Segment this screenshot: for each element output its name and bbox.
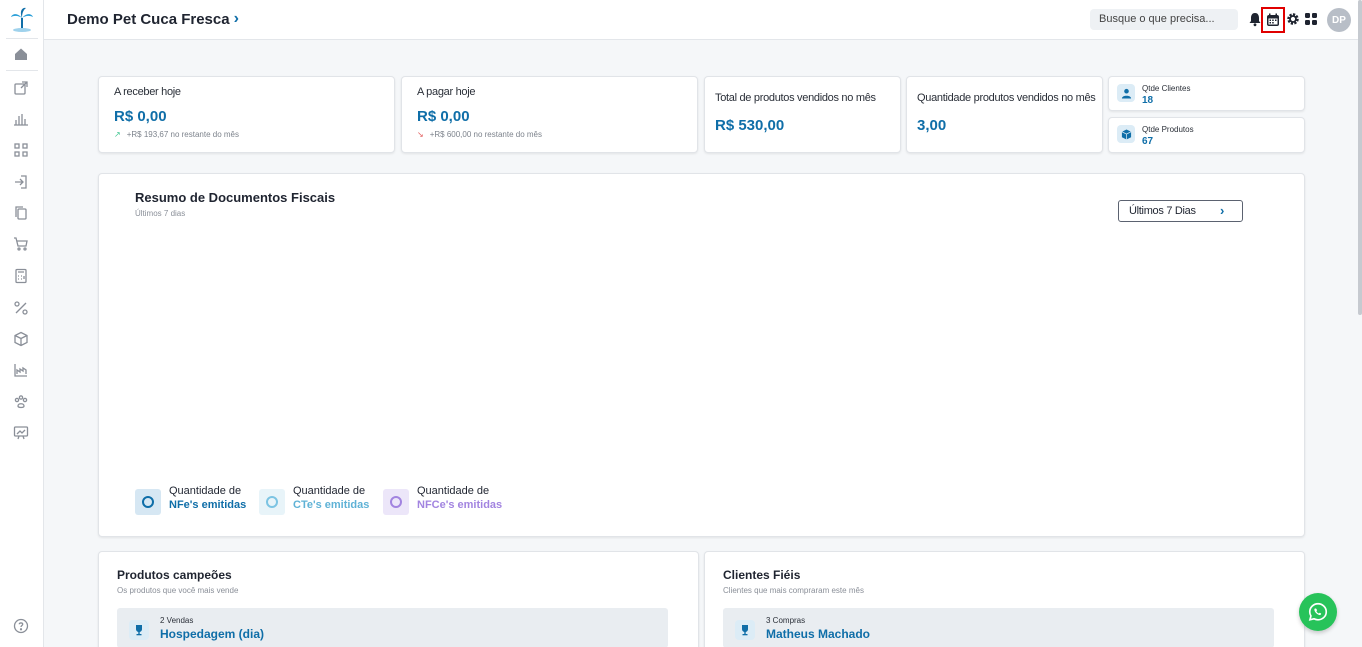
kpi-value: R$ 0,00 [417, 108, 470, 125]
sidebar-divider [6, 70, 38, 71]
list-item[interactable]: 3 Compras Matheus Machado [723, 608, 1274, 647]
palm-tree-logo-icon[interactable] [9, 6, 35, 32]
fiscal-subtitle: Últimos 7 dias [135, 209, 186, 218]
mini-card-value: 18 [1142, 95, 1154, 106]
mini-card-products: Qtde Produtos 67 [1108, 117, 1305, 153]
calendar-icon [1265, 12, 1281, 28]
period-label: Últimos 7 Dias [1129, 205, 1196, 217]
legend-line1: Quantidade de [169, 485, 242, 497]
chevron-right-icon: › [233, 10, 239, 27]
sidebar-divider [6, 38, 38, 39]
trophy-icon [735, 620, 755, 640]
calendar-button[interactable] [1261, 7, 1285, 33]
client-name: Matheus Machado [766, 627, 871, 641]
period-selector-button[interactable]: Últimos 7 Dias › [1118, 200, 1243, 222]
kpi-card-products-sold-qty: Quantidade produtos vendidos no mês 3,00 [906, 76, 1103, 153]
loyal-clients-panel: Clientes Fiéis Clientes que mais comprar… [704, 551, 1305, 647]
kpi-sub-value: +R$ 600,00 no restante do mês [429, 130, 542, 139]
legend-nfce-swatch [383, 489, 409, 515]
loyal-clients-title: Clientes Fiéis [723, 568, 801, 582]
trophy-icon [129, 620, 149, 640]
kpi-card-receivable: A receber hoje R$ 0,00 ↗ +R$ 193,67 no r… [98, 76, 395, 153]
user-icon [1117, 84, 1135, 102]
fiscal-title: Resumo de Documentos Fiscais [135, 190, 336, 205]
top-products-title: Produtos campeões [117, 568, 232, 582]
percent-icon[interactable] [13, 300, 29, 316]
trend-down-icon: ↘ [417, 130, 424, 139]
kpi-subtext: ↗ +R$ 193,67 no restante do mês [114, 130, 239, 139]
mini-card-clients: Qtde Clientes 18 [1108, 76, 1305, 111]
help-question-icon[interactable] [13, 618, 29, 634]
presentation-chart-icon[interactable] [13, 425, 29, 441]
login-icon[interactable] [13, 174, 29, 190]
copy-documents-icon[interactable] [13, 205, 29, 221]
whatsapp-icon [1308, 602, 1328, 621]
kpi-subtext: ↘ +R$ 600,00 no restante do mês [417, 130, 542, 139]
page-scrollbar[interactable] [1358, 0, 1362, 315]
legend-nfe-swatch [135, 489, 161, 515]
qr-code-icon[interactable] [13, 142, 29, 158]
loyal-clients-subtitle: Clientes que mais compraram este mês [723, 586, 864, 595]
apps-grid-icon[interactable] [1303, 11, 1319, 27]
legend-line1: Quantidade de [293, 485, 366, 497]
legend-nfce: Quantidade de NFCe's emitidas [383, 485, 502, 515]
trend-up-icon: ↗ [114, 130, 121, 139]
legend-cte: Quantidade de CTe's emitidas [259, 485, 369, 515]
legend-line2: NFCe's emitidas [417, 499, 503, 511]
purchase-count: 3 Compras [766, 616, 806, 625]
search-input[interactable]: Busque o que precisa... [1090, 9, 1238, 30]
product-name: Hospedagem (dia) [160, 627, 265, 641]
legend-line2: CTe's emitidas [293, 499, 370, 511]
mini-card-value: 67 [1142, 136, 1154, 147]
bar-chart-icon[interactable] [13, 111, 29, 127]
sidebar [0, 0, 44, 647]
fiscal-documents-panel: Resumo de Documentos Fiscais Últimos 7 d… [98, 173, 1305, 537]
legend-nfe: Quantidade de NFe's emitidas [135, 485, 246, 515]
sales-count: 2 Vendas [160, 616, 194, 625]
top-products-panel: Produtos campeões Os produtos que você m… [98, 551, 699, 647]
kpi-label: Quantidade produtos vendidos no mês [917, 92, 1096, 104]
kpi-value: 3,00 [917, 117, 947, 134]
home-icon[interactable] [13, 46, 29, 62]
package-box-icon[interactable] [13, 331, 29, 347]
whatsapp-button[interactable] [1299, 593, 1337, 631]
external-link-icon[interactable] [13, 80, 29, 96]
company-switcher[interactable]: Demo Pet Cuca Fresca › [67, 10, 239, 28]
list-item[interactable]: 2 Vendas Hospedagem (dia) [117, 608, 668, 647]
box-icon [1117, 125, 1135, 143]
calculator-icon[interactable] [13, 268, 29, 284]
legend-cte-swatch [259, 489, 285, 515]
kpi-label: A receber hoje [114, 86, 181, 98]
factory-chart-icon[interactable] [13, 362, 29, 378]
chevron-right-icon: › [1219, 203, 1224, 218]
user-avatar[interactable]: DP [1327, 8, 1351, 32]
top-products-subtitle: Os produtos que você mais vende [117, 586, 239, 595]
kpi-value: R$ 0,00 [114, 108, 167, 125]
legend-line2: NFe's emitidas [169, 499, 247, 511]
kpi-sub-value: +R$ 193,67 no restante do mês [126, 130, 239, 139]
top-bar: Demo Pet Cuca Fresca › Busque o que prec… [44, 0, 1362, 40]
legend-line1: Quantidade de [417, 485, 490, 497]
kpi-card-products-sold-total: Total de produtos vendidos no mês R$ 530… [704, 76, 901, 153]
paw-icon[interactable] [13, 394, 29, 410]
shopping-cart-icon[interactable] [13, 236, 29, 252]
mini-card-label: Qtde Clientes [1142, 84, 1191, 93]
kpi-card-payable: A pagar hoje R$ 0,00 ↘ +R$ 600,00 no res… [401, 76, 698, 153]
kpi-label: A pagar hoje [417, 86, 476, 98]
kpi-label: Total de produtos vendidos no mês [715, 92, 876, 104]
mini-card-label: Qtde Produtos [1142, 125, 1194, 134]
company-name: Demo Pet Cuca Fresca [67, 10, 230, 28]
gear-icon[interactable] [1285, 11, 1301, 27]
kpi-value: R$ 530,00 [715, 117, 785, 134]
